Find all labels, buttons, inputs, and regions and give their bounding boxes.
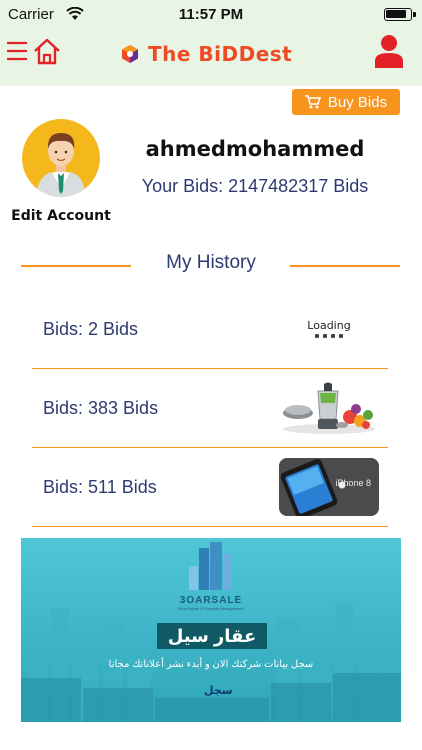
loading-dots-icon (307, 334, 350, 338)
iphone-card: iPhone 8 (279, 458, 379, 516)
history-bids-label: Bids: 511 Bids (43, 477, 157, 497)
brand-name: The BiDDest (148, 42, 293, 66)
divider-left (21, 265, 131, 267)
status-bar: Carrier 11:57 PM (0, 0, 422, 30)
building-logo-icon (189, 542, 232, 590)
history-bids-label: Bids: 383 Bids (43, 398, 159, 418)
avatar-illustration (22, 119, 100, 197)
ad-text: سجل بيانات شركتك الان و أبدء نشر أعلانات… (108, 659, 314, 670)
username: ahmedmohammed (145, 137, 365, 161)
ad-banner[interactable]: 3OARSALE Real Estate & Property Manageme… (21, 538, 401, 722)
iphone-product-thumbnail: iPhone 8 (278, 458, 380, 516)
history-item[interactable]: Bids: 511 Bids iPhone 8 (32, 448, 388, 527)
history-title: My History (166, 252, 256, 273)
brand-logo: The BiDDest (120, 42, 292, 66)
cart-icon (304, 95, 321, 109)
hexagon-logo-icon (122, 45, 138, 63)
user-icon[interactable] (374, 34, 404, 68)
loading-thumbnail: Loading (278, 300, 380, 358)
buy-bids-button[interactable]: Buy Bids (292, 89, 400, 115)
iphone-model-label: iPhone 8 (335, 478, 371, 488)
divider-right (290, 265, 400, 267)
history-item[interactable]: Bids: 383 Bids (32, 369, 388, 448)
ad-title: عقار سيل (157, 623, 267, 649)
loading-text: Loading (307, 319, 351, 332)
ad-brand: 3OARSALE (179, 595, 243, 606)
home-icon[interactable] (32, 37, 62, 65)
ad-register-link[interactable]: سجل (204, 684, 233, 697)
blender-product-thumbnail (278, 379, 380, 437)
battery-icon (384, 8, 416, 21)
history-item[interactable]: Bids: 2 Bids Loading (32, 290, 388, 369)
app-header: The BiDDest (0, 30, 422, 86)
clock: 11:57 PM (178, 6, 244, 23)
menu-icon[interactable] (6, 40, 28, 62)
history-bids-label: Bids: 2 Bids (43, 319, 139, 339)
avatar[interactable] (22, 119, 100, 197)
edit-account-link[interactable]: Edit Account (4, 208, 118, 224)
ad-brand-subtitle: Real Estate & Property Management (178, 606, 244, 611)
your-bids-count: Your Bids: 2147482317 Bids (141, 176, 369, 196)
blender-icon (283, 382, 375, 434)
buy-bids-label: Buy Bids (327, 93, 388, 111)
